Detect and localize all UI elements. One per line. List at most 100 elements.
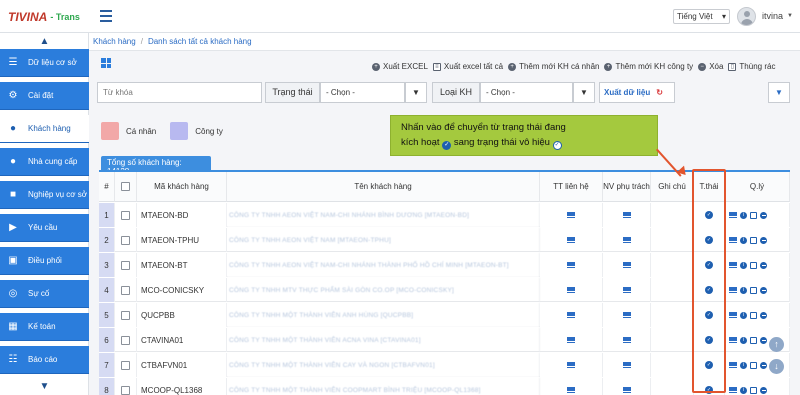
customer-type-select[interactable]: - Chọn - bbox=[480, 82, 573, 103]
status-chevron-down-icon[interactable]: ▼ bbox=[405, 82, 427, 103]
sidebar-item-customers[interactable]: ● Khách hàng bbox=[0, 115, 89, 143]
columns-dropdown-icon[interactable]: ▼ bbox=[768, 82, 790, 103]
table-row[interactable]: 6 CTAVINA01 CÔNG TY TNHH MỘT THÀNH VIÊN AC… bbox=[99, 328, 790, 352]
scroll-bottom-icon[interactable]: ↓ bbox=[769, 359, 784, 374]
list-icon[interactable] bbox=[729, 312, 737, 318]
row-checkbox[interactable] bbox=[121, 360, 130, 370]
sidebar-item-base-data[interactable]: ☰ Dữ liệu cơ sở bbox=[0, 49, 89, 77]
scroll-up-icon[interactable]: ▲ bbox=[0, 33, 89, 49]
sidebar-item-suppliers[interactable]: ● Nhà cung cấp bbox=[0, 148, 89, 176]
row-checkbox[interactable] bbox=[121, 285, 130, 295]
edit-icon[interactable] bbox=[750, 236, 757, 244]
table-row[interactable]: 4 MCO-CONICSKY CÔNG TY TNHH MTV THỰC PHẨM … bbox=[99, 278, 790, 302]
list-icon[interactable] bbox=[567, 312, 575, 318]
customer-name[interactable]: CÔNG TY TNHH MTV THỰC PHẨM SÀI GÒN CO.OP… bbox=[227, 278, 540, 302]
customer-name[interactable]: CÔNG TY TNHH AEON VIỆT NAM-CHI NHÁNH BÌN… bbox=[227, 203, 540, 227]
deactivate-icon[interactable] bbox=[760, 261, 767, 269]
customer-name[interactable]: CÔNG TY TNHH MỘT THÀNH VIÊN CAY VÀ NGON … bbox=[227, 353, 540, 377]
sidebar-item-settings[interactable]: ⚙ Cài đặt bbox=[0, 82, 89, 110]
list-icon[interactable] bbox=[729, 262, 737, 268]
add-company-customer-button[interactable]: + Thêm mới KH công ty bbox=[604, 62, 693, 71]
table-row[interactable]: 1 MTAEON-BD CÔNG TY TNHH AEON VIỆT NAM-CHI… bbox=[99, 203, 790, 227]
table-row[interactable]: 8 MCOOP-QL1368 CÔNG TY TNHH MỘT THÀNH VIÊN… bbox=[99, 378, 790, 395]
list-icon[interactable] bbox=[729, 387, 737, 393]
list-icon[interactable] bbox=[729, 212, 737, 218]
list-icon[interactable] bbox=[567, 362, 575, 368]
list-icon[interactable] bbox=[729, 287, 737, 293]
info-icon[interactable]: i bbox=[740, 286, 747, 294]
list-icon[interactable] bbox=[622, 237, 631, 243]
deactivate-icon[interactable] bbox=[760, 286, 767, 294]
list-icon[interactable] bbox=[622, 262, 631, 268]
list-icon[interactable] bbox=[567, 337, 575, 343]
list-icon[interactable] bbox=[622, 312, 631, 318]
table-row[interactable]: 2 MTAEON-TPHU CÔNG TY TNHH AEON VIỆT NAM [… bbox=[99, 228, 790, 252]
export-all-button[interactable]: ≡ Xuất excel tất cả bbox=[432, 62, 503, 71]
avatar[interactable] bbox=[737, 7, 756, 26]
row-checkbox[interactable] bbox=[121, 385, 130, 395]
list-icon[interactable] bbox=[729, 337, 737, 343]
menu-toggle-icon[interactable] bbox=[100, 10, 112, 22]
select-all-checkbox[interactable] bbox=[121, 182, 130, 191]
add-personal-customer-button[interactable]: + Thêm mới KH cá nhân bbox=[508, 62, 599, 71]
list-icon[interactable] bbox=[567, 287, 575, 293]
customer-name[interactable]: CÔNG TY TNHH MỘT THÀNH VIÊN COOPMART BÌN… bbox=[227, 378, 540, 395]
list-icon[interactable] bbox=[567, 262, 575, 268]
deactivate-icon[interactable] bbox=[760, 386, 767, 394]
user-caret-icon[interactable]: ▼ bbox=[787, 13, 793, 19]
type-chevron-down-icon[interactable]: ▼ bbox=[573, 82, 595, 103]
scroll-top-icon[interactable]: ↑ bbox=[769, 337, 784, 352]
delete-button[interactable]: − Xóa bbox=[698, 62, 723, 71]
info-icon[interactable]: i bbox=[740, 261, 747, 269]
sidebar-item-dispatch[interactable]: ▣ Điều phối bbox=[0, 247, 89, 275]
customer-name[interactable]: CÔNG TY TNHH AEON VIỆT NAM-CHI NHÁNH THÀ… bbox=[227, 253, 540, 277]
deactivate-icon[interactable] bbox=[760, 211, 767, 219]
scroll-down-icon[interactable]: ▼ bbox=[0, 378, 89, 394]
edit-icon[interactable] bbox=[750, 361, 757, 369]
export-excel-button[interactable]: + Xuất EXCEL bbox=[372, 62, 428, 71]
deactivate-icon[interactable] bbox=[760, 336, 767, 344]
trash-button[interactable]: ▯ Thùng rác bbox=[728, 62, 775, 71]
info-icon[interactable]: i bbox=[740, 386, 747, 394]
col-header-code[interactable]: Mã khách hàng bbox=[137, 172, 227, 202]
list-icon[interactable] bbox=[567, 237, 575, 243]
info-icon[interactable]: i bbox=[740, 311, 747, 319]
export-data-button[interactable]: Xuất dữ liệu ↻ bbox=[599, 82, 675, 103]
sidebar-item-accounting[interactable]: ▦ Kế toán bbox=[0, 313, 89, 341]
language-select[interactable]: Tiếng Việt ▾ bbox=[673, 9, 730, 24]
sidebar-item-reports[interactable]: ☷ Báo cáo bbox=[0, 346, 89, 374]
breadcrumb-root[interactable]: Khách hàng bbox=[93, 37, 136, 46]
info-icon[interactable]: i bbox=[740, 361, 747, 369]
row-checkbox[interactable] bbox=[121, 210, 130, 220]
edit-icon[interactable] bbox=[750, 336, 757, 344]
sidebar-item-operations[interactable]: ■ Nghiệp vụ cơ sở bbox=[0, 181, 89, 209]
list-icon[interactable] bbox=[622, 337, 631, 343]
customer-name[interactable]: CÔNG TY TNHH MỘT THÀNH VIÊN ANH HÙNG [QU… bbox=[227, 303, 540, 327]
list-icon[interactable] bbox=[729, 237, 737, 243]
col-header-name[interactable]: Tên khách hàng bbox=[227, 172, 540, 202]
edit-icon[interactable] bbox=[750, 286, 757, 294]
list-icon[interactable] bbox=[729, 362, 737, 368]
info-icon[interactable]: i bbox=[740, 211, 747, 219]
list-icon[interactable] bbox=[567, 212, 575, 218]
list-icon[interactable] bbox=[622, 362, 631, 368]
row-checkbox[interactable] bbox=[121, 260, 130, 270]
sidebar-item-incidents[interactable]: ◎ Sự cố bbox=[0, 280, 89, 308]
edit-icon[interactable] bbox=[750, 311, 757, 319]
row-checkbox[interactable] bbox=[121, 310, 130, 320]
deactivate-icon[interactable] bbox=[760, 311, 767, 319]
table-row[interactable]: 7 CTBAFVN01 CÔNG TY TNHH MỘT THÀNH VIÊN CA… bbox=[99, 353, 790, 377]
breadcrumb-current[interactable]: Danh sách tất cả khách hàng bbox=[148, 37, 252, 46]
customer-name[interactable]: CÔNG TY TNHH MỘT THÀNH VIÊN ACNA VINA [C… bbox=[227, 328, 540, 352]
info-icon[interactable]: i bbox=[740, 236, 747, 244]
sidebar-item-requests[interactable]: ▶ Yêu cầu bbox=[0, 214, 89, 242]
username[interactable]: itvina bbox=[762, 11, 783, 21]
table-row[interactable]: 3 MTAEON-BT CÔNG TY TNHH AEON VIỆT NAM-CHI… bbox=[99, 253, 790, 277]
customer-name[interactable]: CÔNG TY TNHH AEON VIỆT NAM [MTAEON-TPHU] bbox=[227, 228, 540, 252]
row-checkbox[interactable] bbox=[121, 335, 130, 345]
row-checkbox[interactable] bbox=[121, 235, 130, 245]
edit-icon[interactable] bbox=[750, 386, 757, 394]
deactivate-icon[interactable] bbox=[760, 236, 767, 244]
info-icon[interactable]: i bbox=[740, 336, 747, 344]
list-icon[interactable] bbox=[567, 387, 575, 393]
